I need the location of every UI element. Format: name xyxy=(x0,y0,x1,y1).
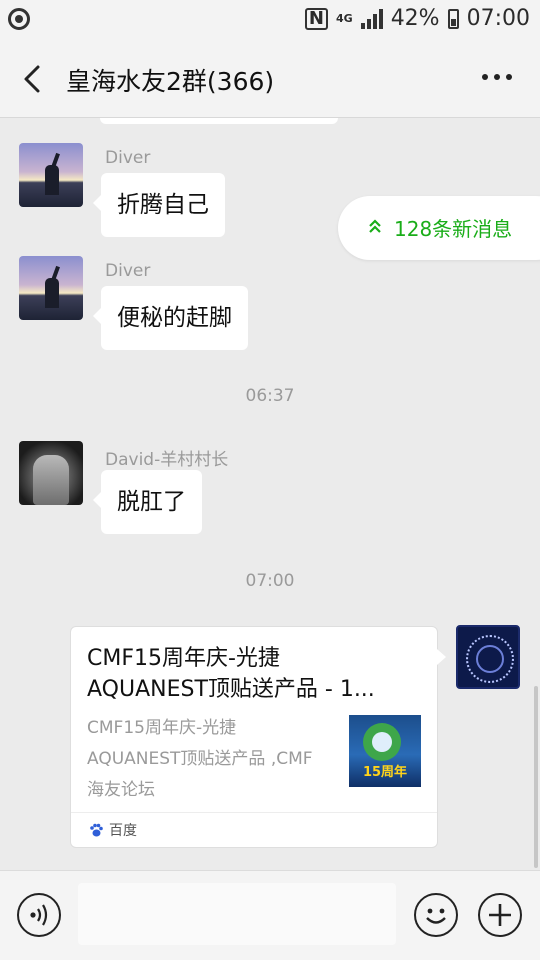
card-title-line: CMF15周年庆-光捷 xyxy=(87,646,280,671)
avatar-diver[interactable] xyxy=(19,143,83,207)
new-messages-label: 128条新消息 xyxy=(394,217,513,241)
app-notification-icon xyxy=(8,8,30,30)
message-bubble[interactable]: 便秘的赶脚 xyxy=(93,286,248,350)
status-icons: N 4G 42% 07:00 xyxy=(304,6,530,31)
card-source: 百度 xyxy=(71,812,437,847)
message-list[interactable]: Diver 折腾自己 128条新消息 Diver 便秘的赶脚 06:37 Dav… xyxy=(0,118,540,870)
message-bubble-partial xyxy=(100,118,338,124)
battery-icon xyxy=(447,8,459,29)
plus-icon[interactable] xyxy=(478,893,522,937)
card-desc-line: CMF15周年庆-光捷 xyxy=(87,718,237,738)
double-chevron-up-icon xyxy=(368,218,382,239)
card-description: CMF15周年庆-光捷 AQUANEST顶贴送产品 ,CMF 海友论坛 xyxy=(87,713,339,806)
emoji-icon[interactable] xyxy=(414,893,458,937)
more-dots-icon[interactable] xyxy=(482,74,512,80)
baidu-paw-icon xyxy=(90,823,103,837)
sender-name: David-羊村村长 xyxy=(105,450,229,470)
card-desc-line: AQUANEST顶贴送产品 ,CMF xyxy=(87,749,313,769)
card-title: CMF15周年庆-光捷 AQUANEST顶贴送产品 - 1... xyxy=(87,643,423,705)
card-desc-line: 海友论坛 xyxy=(87,780,155,800)
battery-percent: 42% xyxy=(390,6,440,31)
chat-title: 皇海水友2群(366) xyxy=(66,67,275,96)
message-input[interactable] xyxy=(78,883,396,945)
sender-name: Diver xyxy=(105,148,151,168)
input-bar xyxy=(0,870,540,960)
thumbnail-badge: 15周年 xyxy=(362,765,408,780)
avatar-diver[interactable] xyxy=(19,256,83,320)
status-bar: N 4G 42% 07:00 xyxy=(0,0,540,40)
back-arrow-icon[interactable] xyxy=(18,64,46,94)
avatar-self[interactable] xyxy=(456,625,520,689)
message-bubble[interactable]: 折腾自己 xyxy=(93,173,225,237)
avatar-david[interactable] xyxy=(19,441,83,505)
signal-icon xyxy=(360,8,383,29)
message-bubble[interactable]: 脱肛了 xyxy=(93,470,202,534)
network-type-icon: 4G xyxy=(336,11,353,25)
status-time: 07:00 xyxy=(466,6,530,31)
nfc-icon: N xyxy=(304,7,328,30)
timestamp: 06:37 xyxy=(245,386,295,406)
new-messages-button[interactable]: 128条新消息 xyxy=(338,196,540,260)
sender-name: Diver xyxy=(105,261,151,281)
source-label: 百度 xyxy=(109,823,137,839)
card-title-line: AQUANEST顶贴送产品 - 1... xyxy=(87,677,375,702)
chat-header: 皇海水友2群(366) xyxy=(0,40,540,118)
scrollbar[interactable] xyxy=(534,686,538,868)
shared-link-card[interactable]: CMF15周年庆-光捷 AQUANEST顶贴送产品 - 1... CMF15周年… xyxy=(70,626,446,848)
timestamp: 07:00 xyxy=(245,571,295,591)
card-thumbnail: 15周年 xyxy=(349,715,421,787)
voice-icon[interactable] xyxy=(17,893,61,937)
